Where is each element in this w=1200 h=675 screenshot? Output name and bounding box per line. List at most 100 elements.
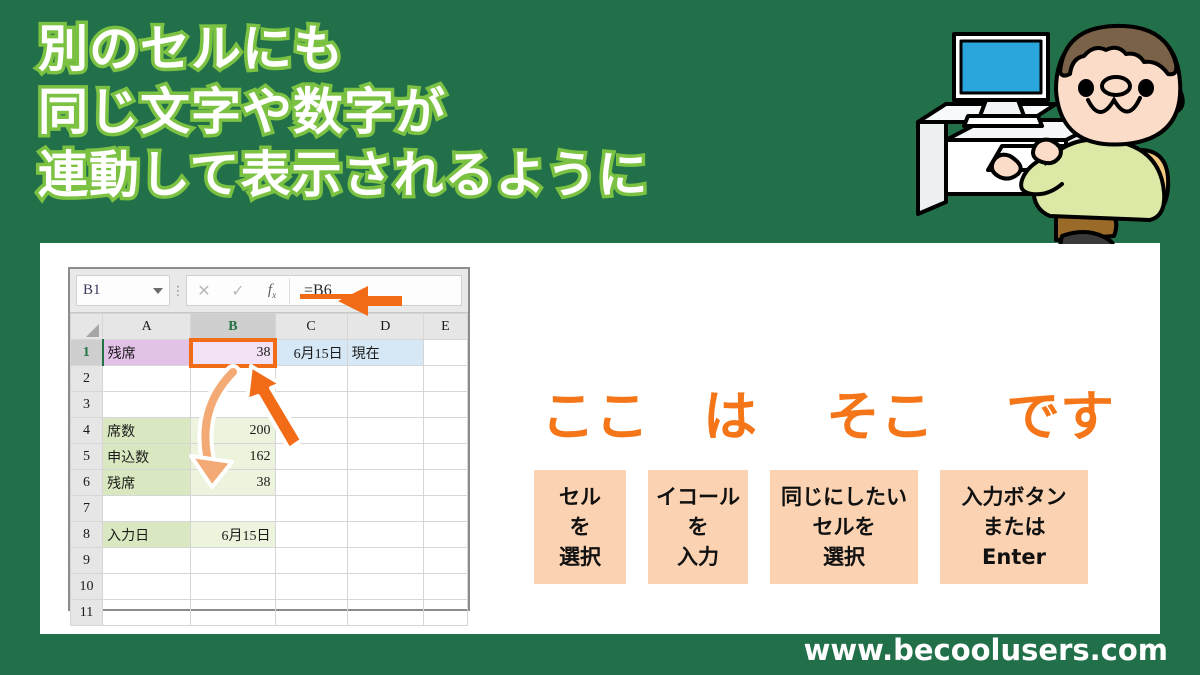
phrase-word-3: そこ [826, 385, 934, 448]
row-header-9[interactable]: 9 [69, 547, 104, 574]
cancel-icon[interactable]: ✕ [187, 281, 221, 301]
cell-A11[interactable] [102, 599, 192, 626]
sheet-grid: A B C D E 1 残席 38 6月15日 現在 2 3 4 席数 200 5 申込数 162 6 残席… [69, 313, 469, 626]
cell-C6[interactable] [274, 469, 348, 496]
cell-E5[interactable] [422, 443, 469, 470]
step-box-3: 同じにしたい セルを 選択 [770, 470, 918, 584]
cell-A9[interactable] [102, 547, 192, 574]
cell-A10[interactable] [102, 573, 192, 600]
corner-triangle-icon [86, 324, 100, 337]
more-options-icon[interactable]: ⋮ [170, 275, 186, 306]
cell-E3[interactable] [422, 391, 469, 418]
cell-A3[interactable] [102, 391, 192, 418]
cell-D10[interactable] [346, 573, 424, 600]
cell-C4[interactable] [274, 417, 348, 444]
cell-B1[interactable]: 38 [190, 339, 276, 366]
row-header-7[interactable]: 7 [69, 495, 104, 522]
cell-C10[interactable] [274, 573, 348, 600]
cell-A7[interactable] [102, 495, 192, 522]
cell-B2[interactable] [190, 365, 276, 392]
cell-D8[interactable] [346, 521, 424, 548]
row-header-11[interactable]: 11 [69, 599, 104, 626]
row-header-6[interactable]: 6 [69, 469, 104, 496]
cell-A6[interactable]: 残席 [102, 469, 192, 496]
cell-D2[interactable] [346, 365, 424, 392]
cell-A2[interactable] [102, 365, 192, 392]
column-header-c[interactable]: C [274, 313, 348, 340]
column-header-a[interactable]: A [102, 313, 192, 340]
name-box-value: B1 [83, 282, 101, 298]
cell-D4[interactable] [346, 417, 424, 444]
row-header-1[interactable]: 1 [69, 339, 104, 366]
name-box[interactable]: B1 [76, 275, 170, 306]
cell-E1[interactable] [422, 339, 469, 366]
row-header-3[interactable]: 3 [69, 391, 104, 418]
cell-D9[interactable] [346, 547, 424, 574]
cell-C5[interactable] [274, 443, 348, 470]
cell-C9[interactable] [274, 547, 348, 574]
cell-E11[interactable] [422, 599, 469, 626]
column-header-b[interactable]: B [190, 313, 276, 340]
confirm-icon[interactable]: ✓ [221, 281, 255, 301]
cell-C1[interactable]: 6月15日 [274, 339, 348, 366]
cell-B5[interactable]: 162 [190, 443, 276, 470]
step-4-line-2: または [982, 515, 1046, 539]
row-header-5[interactable]: 5 [69, 443, 104, 470]
cell-A4[interactable]: 席数 [102, 417, 192, 444]
row-header-10[interactable]: 10 [69, 573, 104, 600]
row-header-2[interactable]: 2 [69, 365, 104, 392]
cell-D5[interactable] [346, 443, 424, 470]
cell-B4[interactable]: 200 [190, 417, 276, 444]
cell-B11[interactable] [190, 599, 276, 626]
cell-E10[interactable] [422, 573, 469, 600]
cell-E6[interactable] [422, 469, 469, 496]
column-header-d[interactable]: D [346, 313, 424, 340]
title-line-2: 同じ文字や数字が [35, 80, 449, 145]
cell-E8[interactable] [422, 521, 469, 548]
step-1-line-3: 選択 [559, 545, 601, 569]
cell-D1[interactable]: 現在 [346, 339, 424, 366]
insert-function-icon[interactable]: fx [255, 282, 289, 300]
row-header-8[interactable]: 8 [69, 521, 104, 548]
table-row: 8 入力日 6月15日 [69, 521, 469, 548]
table-row: 7 [69, 495, 469, 522]
cell-C8[interactable] [274, 521, 348, 548]
step-box-2: イコール を 入力 [648, 470, 748, 584]
table-row: 11 [69, 599, 469, 626]
cell-B10[interactable] [190, 573, 276, 600]
cell-A1[interactable]: 残席 [101, 339, 192, 366]
cell-A8[interactable]: 入力日 [102, 521, 192, 548]
select-all-corner[interactable] [69, 313, 104, 340]
step-4-line-3: Enter [982, 545, 1046, 569]
cell-C7[interactable] [274, 495, 348, 522]
cell-C2[interactable] [274, 365, 348, 392]
cell-D3[interactable] [346, 391, 424, 418]
table-row: 4 席数 200 [69, 417, 469, 444]
cell-B9[interactable] [190, 547, 276, 574]
row-header-4[interactable]: 4 [69, 417, 104, 444]
table-row: 3 [69, 391, 469, 418]
sheet-table: A B C D E 1 残席 38 6月15日 現在 2 3 4 席数 200 5 申込数 162 6 残席… [69, 313, 469, 626]
cell-C3[interactable] [274, 391, 348, 418]
column-header-e[interactable]: E [422, 313, 469, 340]
chevron-down-icon[interactable] [153, 287, 163, 294]
cell-B8[interactable]: 6月15日 [190, 521, 276, 548]
cell-D11[interactable] [346, 599, 424, 626]
cell-E2[interactable] [422, 365, 469, 392]
cell-B3[interactable] [190, 391, 276, 418]
phrase-word-2: は [703, 385, 757, 448]
cell-B7[interactable] [190, 495, 276, 522]
cell-E4[interactable] [422, 417, 469, 444]
cell-D6[interactable] [346, 469, 424, 496]
cell-E9[interactable] [422, 547, 469, 574]
formula-input-group: ✕ ✓ fx =B6 [186, 275, 462, 306]
cell-A5[interactable]: 申込数 [102, 443, 192, 470]
cell-C11[interactable] [274, 599, 348, 626]
person-at-computer-icon [916, 23, 1185, 244]
cell-D7[interactable] [346, 495, 424, 522]
phrase-word-4: です [1006, 385, 1114, 448]
formula-input[interactable]: =B6 [290, 282, 461, 300]
cell-B6[interactable]: 38 [190, 469, 276, 496]
step-3-line-3: 選択 [823, 545, 865, 569]
cell-E7[interactable] [422, 495, 469, 522]
